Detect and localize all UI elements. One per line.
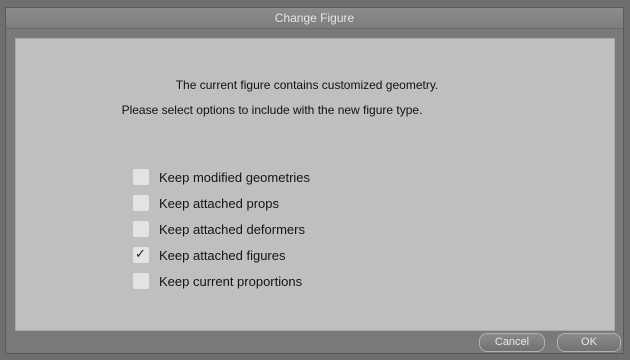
dialog-title: Change Figure [274, 11, 355, 25]
keep-modified-geometries-checkbox[interactable] [133, 169, 149, 185]
message-line-2: Please select options to include with th… [121, 103, 423, 117]
checkmark-icon: ✓ [135, 246, 146, 261]
options-list: Keep modified geometries Keep attached p… [133, 164, 310, 294]
option-keep-modified-geometries[interactable]: Keep modified geometries [133, 164, 310, 190]
option-keep-attached-deformers[interactable]: Keep attached deformers [133, 216, 310, 242]
option-label: Keep attached figures [159, 247, 286, 263]
option-label: Keep attached deformers [159, 221, 305, 237]
option-label: Keep current proportions [159, 273, 303, 289]
dialog-content-panel: The current figure contains customized g… [15, 38, 615, 331]
keep-current-proportions-checkbox[interactable] [133, 273, 149, 289]
dialog-title-bar[interactable]: Change Figure [6, 8, 623, 29]
change-figure-dialog: Change Figure The current figure contain… [5, 7, 624, 354]
option-keep-current-proportions[interactable]: Keep current proportions [133, 268, 310, 294]
cancel-button[interactable]: Cancel [479, 333, 545, 352]
option-keep-attached-figures[interactable]: ✓ Keep attached figures [133, 242, 310, 268]
keep-attached-props-checkbox[interactable] [133, 195, 149, 211]
dialog-footer: Cancel OK [6, 329, 623, 353]
message-line-1: The current figure contains customized g… [175, 78, 439, 92]
ok-button[interactable]: OK [557, 333, 621, 352]
keep-attached-deformers-checkbox[interactable] [133, 221, 149, 237]
keep-attached-figures-checkbox[interactable]: ✓ [133, 246, 149, 263]
option-label: Keep attached props [159, 195, 279, 211]
option-label: Keep modified geometries [159, 169, 311, 185]
option-keep-attached-props[interactable]: Keep attached props [133, 190, 310, 216]
